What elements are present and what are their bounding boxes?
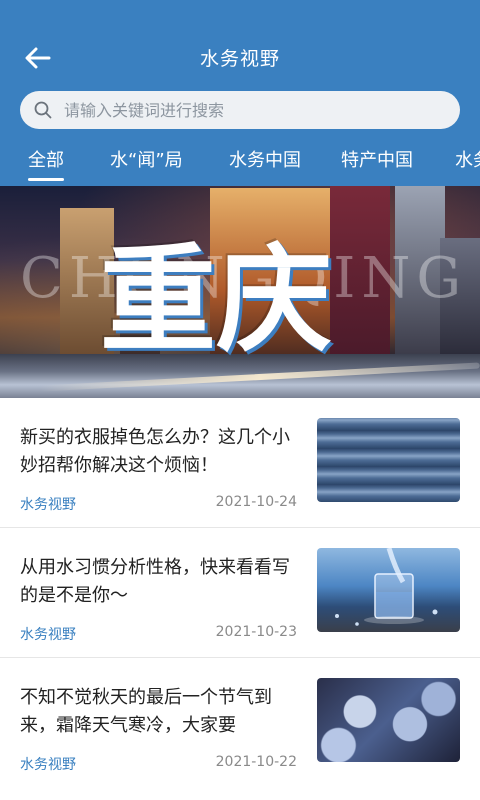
- news-date: 2021-10-23: [215, 624, 297, 640]
- water-glass-image: [317, 548, 460, 632]
- news-source: 水务视野: [20, 757, 76, 773]
- frost-leaves-image: [317, 678, 460, 762]
- news-item-3[interactable]: 不知不觉秋天的最后一个节气到来，霜降天气寒冷，大家要 水务视野 2021-10-…: [0, 658, 480, 788]
- tab-water-more[interactable]: 水务: [455, 146, 480, 172]
- news-title: 从用水习惯分析性格，快来看看写的是不是你～: [20, 557, 290, 606]
- news-title: 不知不觉秋天的最后一个节气到来，霜降天气寒冷，大家要: [20, 687, 272, 736]
- banner-title: 重庆: [100, 232, 332, 368]
- tab-water-news[interactable]: 水“闻”局: [110, 146, 183, 172]
- tab-specialty-china[interactable]: 特产中国: [341, 146, 413, 172]
- news-item-2[interactable]: 从用水习惯分析性格，快来看看写的是不是你～ 水务视野 2021-10-23: [0, 528, 480, 658]
- tab-all[interactable]: 全部: [28, 146, 64, 181]
- search-bar[interactable]: [20, 91, 460, 129]
- news-date: 2021-10-22: [215, 754, 297, 770]
- news-source: 水务视野: [20, 497, 76, 513]
- news-item-1[interactable]: 新买的衣服掉色怎么办？这几个小妙招帮你解决这个烦恼！ 水务视野 2021-10-…: [0, 398, 480, 528]
- search-input[interactable]: [64, 100, 460, 120]
- category-tabs: 全部 水“闻”局 水务中国 特产中国 水务: [0, 140, 480, 186]
- page-title: 水务视野: [199, 48, 280, 70]
- news-source: 水务视野: [20, 627, 76, 643]
- news-title: 新买的衣服掉色怎么办？这几个小妙招帮你解决这个烦恼！: [20, 427, 290, 476]
- top-header: 水务视野 全部 水“闻”局 水务中国 特产中国 水务: [0, 0, 480, 186]
- search-icon: [34, 101, 52, 119]
- tab-water-china[interactable]: 水务中国: [229, 146, 301, 172]
- jeans-image: [317, 418, 460, 502]
- news-date: 2021-10-24: [215, 494, 297, 510]
- banner-image[interactable]: CHONGQING 重庆: [0, 186, 480, 398]
